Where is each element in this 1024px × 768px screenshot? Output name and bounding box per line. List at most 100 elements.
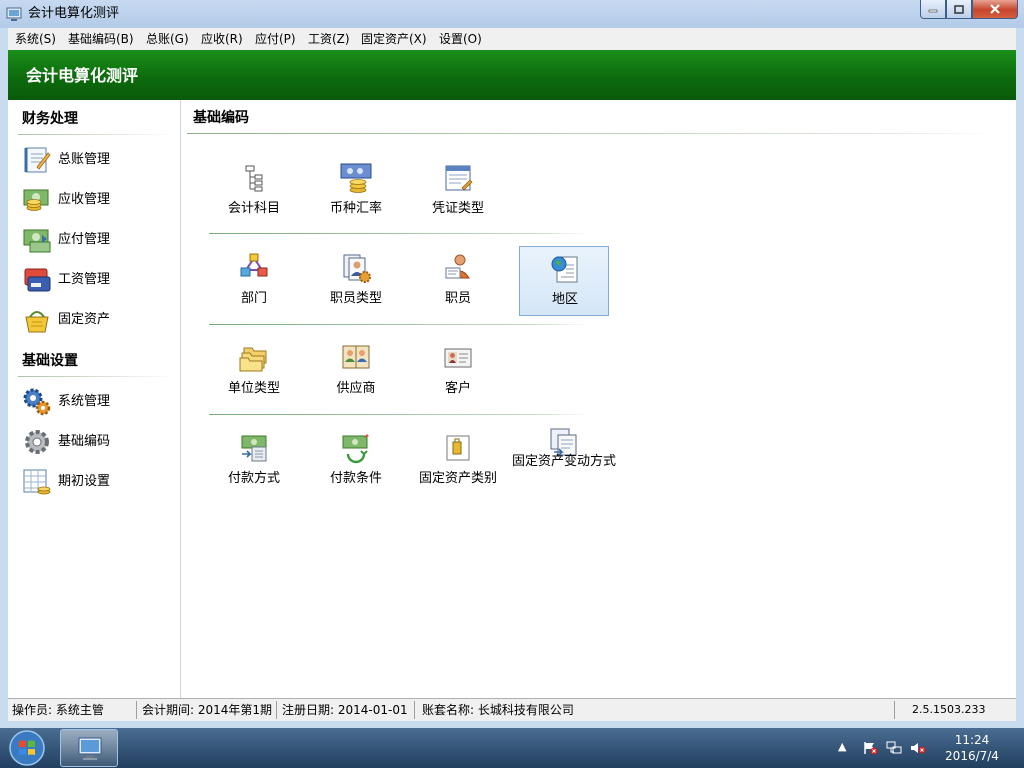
status-divider bbox=[894, 701, 895, 719]
tile-label: 付款条件 bbox=[329, 471, 382, 486]
receivable-icon bbox=[23, 189, 49, 211]
sidebar-item-ledger[interactable]: 总账管理 bbox=[22, 144, 172, 176]
action-center-icon[interactable] bbox=[862, 741, 878, 755]
sidebar-item-label: 基础编码 bbox=[58, 434, 111, 449]
network-icon[interactable] bbox=[886, 741, 902, 755]
ledger-icon bbox=[24, 147, 51, 173]
menu-payable[interactable]: 应付(P) bbox=[255, 32, 296, 46]
taskbar: ▲ 11:24 2016/7/4 bbox=[0, 728, 1024, 768]
maximize-button[interactable] bbox=[946, 0, 972, 19]
app-window: 会计电算化测评 系统(S) 基础编码(B) 总账(G) 应收(R) 应付(P) … bbox=[0, 0, 1024, 728]
sidebar-item-fixed-assets[interactable]: 固定资产 bbox=[22, 304, 172, 336]
sidebar-item-label: 系统管理 bbox=[58, 394, 111, 409]
tile-label: 客户 bbox=[444, 381, 471, 396]
customer-icon bbox=[444, 348, 472, 368]
tile-currency-rates[interactable]: 币种汇率 bbox=[311, 156, 401, 226]
tile-suppliers[interactable]: 供应商 bbox=[311, 336, 401, 406]
sidebar-item-receivable[interactable]: 应收管理 bbox=[22, 184, 172, 216]
payment-terms-icon bbox=[342, 434, 369, 464]
minimize-button[interactable] bbox=[920, 0, 946, 19]
sidebar-item-label: 总账管理 bbox=[58, 152, 111, 167]
tile-asset-change-methods[interactable]: 固定资产变动方式 bbox=[512, 426, 616, 496]
taskbar-app-button[interactable] bbox=[60, 729, 118, 767]
asset-category-icon bbox=[446, 435, 470, 461]
folders-icon bbox=[239, 347, 267, 372]
sidebar-item-label: 固定资产 bbox=[58, 312, 111, 327]
close-button[interactable] bbox=[972, 0, 1018, 19]
tile-payment-methods[interactable]: 付款方式 bbox=[209, 426, 299, 496]
staff-type-icon bbox=[343, 254, 371, 283]
sidebar-item-payable[interactable]: 应付管理 bbox=[22, 224, 172, 256]
tile-label: 职员类型 bbox=[329, 291, 382, 306]
tile-staff-types[interactable]: 职员类型 bbox=[311, 246, 401, 316]
gear-icon bbox=[25, 430, 49, 454]
spreadsheet-icon bbox=[23, 469, 51, 495]
close-icon bbox=[990, 4, 1000, 14]
status-period: 会计期间: 2014年第1期 bbox=[142, 703, 273, 717]
menu-basic-coding[interactable]: 基础编码(B) bbox=[68, 32, 134, 46]
status-registration-date: 注册日期: 2014-01-01 bbox=[282, 703, 408, 717]
tile-label: 职员 bbox=[444, 291, 471, 306]
department-icon bbox=[240, 253, 268, 277]
title-divider bbox=[187, 133, 997, 134]
volume-muted-icon[interactable] bbox=[910, 741, 926, 755]
system-clock[interactable]: 11:24 2016/7/4 bbox=[932, 732, 1012, 764]
tile-voucher-types[interactable]: 凭证类型 bbox=[413, 156, 503, 226]
tree-icon bbox=[245, 165, 263, 192]
menu-general-ledger[interactable]: 总账(G) bbox=[146, 32, 189, 46]
tile-label: 供应商 bbox=[336, 381, 376, 396]
tile-unit-types[interactable]: 单位类型 bbox=[209, 336, 299, 406]
group-divider bbox=[209, 414, 589, 415]
tile-label: 地区 bbox=[551, 292, 578, 307]
tile-label: 币种汇率 bbox=[329, 201, 382, 216]
payment-method-icon bbox=[241, 435, 267, 462]
menu-system[interactable]: 系统(S) bbox=[15, 32, 56, 46]
menu-payroll[interactable]: 工资(Z) bbox=[308, 32, 350, 46]
tile-regions[interactable]: 地区 bbox=[519, 246, 609, 316]
tile-staff[interactable]: 职员 bbox=[413, 246, 503, 316]
status-account-name: 账套名称: 长城科技有限公司 bbox=[422, 703, 574, 717]
tile-customers[interactable]: 客户 bbox=[413, 336, 503, 406]
clock-date: 2016/7/4 bbox=[945, 749, 999, 763]
menu-bar: 系统(S) 基础编码(B) 总账(G) 应收(R) 应付(P) 工资(Z) 固定… bbox=[8, 28, 1016, 51]
sidebar-section-basic-settings: 基础设置 bbox=[22, 353, 78, 369]
maximize-icon bbox=[954, 4, 964, 14]
minimize-icon bbox=[928, 9, 938, 13]
tile-departments[interactable]: 部门 bbox=[209, 246, 299, 316]
tile-payment-terms[interactable]: 付款条件 bbox=[311, 426, 401, 496]
sidebar-item-label: 工资管理 bbox=[58, 272, 111, 287]
status-operator: 操作员: 系统主管 bbox=[12, 703, 104, 717]
payroll-icon bbox=[24, 268, 51, 292]
status-version: 2.5.1503.233 bbox=[912, 703, 986, 716]
tile-label: 固定资产变动方式 bbox=[511, 454, 616, 469]
sidebar-item-payroll[interactable]: 工资管理 bbox=[22, 264, 172, 296]
window-controls bbox=[920, 0, 1018, 20]
sidebar-item-system-management[interactable]: 系统管理 bbox=[22, 386, 172, 418]
title-bar[interactable]: 会计电算化测评 bbox=[0, 0, 1024, 28]
tile-asset-categories[interactable]: 固定资产类别 bbox=[413, 426, 503, 496]
staff-icon bbox=[445, 254, 470, 279]
sidebar-item-basic-coding[interactable]: 基础编码 bbox=[22, 426, 172, 458]
payable-icon bbox=[23, 229, 51, 253]
main-panel: 基础编码 会计科目 币种汇率 凭证类型 部门 职员类型 职员 地区 单位类型 供… bbox=[181, 100, 1016, 698]
menu-settings[interactable]: 设置(O) bbox=[439, 32, 482, 46]
menu-fixed-assets[interactable]: 固定资产(X) bbox=[361, 32, 427, 46]
gears-icon bbox=[23, 388, 51, 416]
status-divider bbox=[276, 701, 277, 719]
fixed-asset-icon bbox=[25, 311, 49, 333]
banner-title: 会计电算化测评 bbox=[26, 66, 139, 85]
tile-accounting-subjects[interactable]: 会计科目 bbox=[209, 156, 299, 226]
sidebar-item-initial-settings[interactable]: 期初设置 bbox=[22, 466, 172, 498]
region-icon bbox=[551, 256, 578, 283]
status-divider bbox=[136, 701, 137, 719]
tray-expand-icon[interactable]: ▲ bbox=[838, 740, 846, 753]
section-divider bbox=[18, 134, 176, 135]
app-icon bbox=[6, 7, 22, 21]
header-banner: 会计电算化测评 bbox=[8, 50, 1016, 100]
start-button[interactable] bbox=[8, 729, 46, 767]
currency-icon bbox=[340, 163, 372, 193]
section-divider bbox=[18, 376, 176, 377]
monitor-icon bbox=[78, 737, 102, 760]
content-area: 财务处理 总账管理 应收管理 应付管理 工资管理 固定资产 基础设置 系统管理 … bbox=[8, 100, 1016, 698]
menu-receivable[interactable]: 应收(R) bbox=[201, 32, 243, 46]
